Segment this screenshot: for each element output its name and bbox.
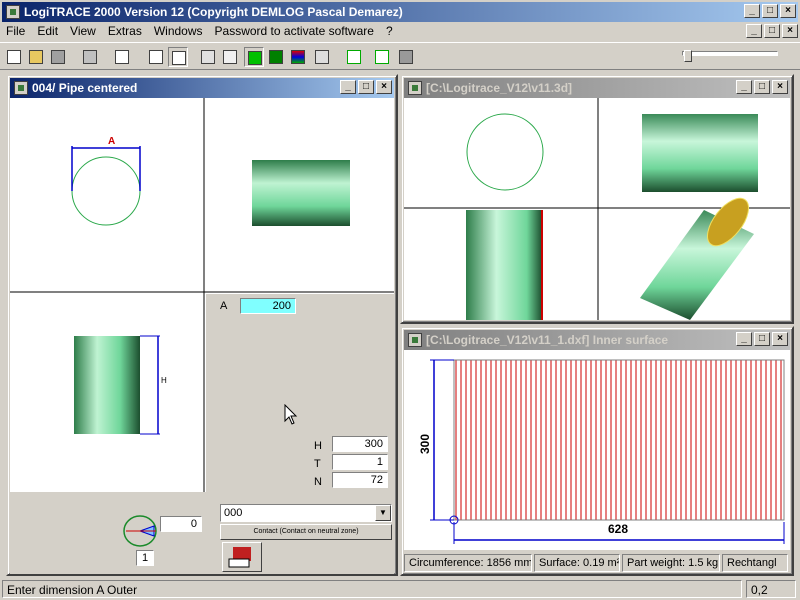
- view3d-canvas: [404, 98, 790, 320]
- input-n[interactable]: 72: [332, 472, 388, 488]
- cube-icon[interactable]: [220, 47, 240, 67]
- view3d-maximize-button[interactable]: □: [754, 80, 770, 94]
- 3d-iso: [640, 197, 754, 320]
- label-n: N: [314, 476, 322, 488]
- menu-extras[interactable]: Extras: [102, 24, 148, 38]
- dxf-drawing: [430, 359, 785, 544]
- menu-edit[interactable]: Edit: [31, 24, 64, 38]
- label-h: H: [314, 440, 322, 452]
- copy-icon[interactable]: [112, 47, 132, 67]
- calculator-icon: [228, 547, 251, 568]
- status-value: 0,2: [746, 580, 796, 598]
- contact-button[interactable]: Contact (Contact on neutral zone): [220, 524, 392, 540]
- print-icon[interactable]: [80, 47, 100, 67]
- view3d-window: [C:\Logitrace_V12\v11.3d] _ □ ×: [400, 74, 794, 324]
- maximize-button[interactable]: □: [762, 4, 778, 18]
- angle-input[interactable]: 0: [160, 516, 202, 532]
- menu-help[interactable]: ?: [380, 24, 399, 38]
- color-layers-icon[interactable]: [288, 47, 308, 67]
- surface-cell: Surface: 0.19 m²: [534, 554, 620, 572]
- view3d-minimize-button[interactable]: _: [736, 80, 752, 94]
- minimize-button[interactable]: _: [744, 4, 760, 18]
- dxf-height-label: 300: [418, 433, 432, 454]
- input-h[interactable]: 300: [332, 436, 388, 452]
- menu-file[interactable]: File: [0, 24, 31, 38]
- chevron-down-icon[interactable]: ▼: [375, 505, 391, 521]
- count-input[interactable]: 1: [136, 550, 154, 566]
- pipe-close-button[interactable]: ×: [376, 80, 392, 94]
- single-view-icon[interactable]: [146, 47, 166, 67]
- app-titlebar: LogiTRACE 2000 Version 12 (Copyright DEM…: [2, 2, 798, 22]
- pipe-window-titlebar: 004/ Pipe centered _ □ ×: [10, 78, 394, 98]
- window-icon[interactable]: [14, 81, 28, 95]
- status-message: Enter dimension A Outer: [2, 580, 742, 598]
- dxf-info-bar: Circumference: 1856 mm Surface: 0.19 m² …: [404, 552, 790, 574]
- tool-icon[interactable]: [312, 47, 332, 67]
- view3d-close-button[interactable]: ×: [772, 80, 788, 94]
- pipe-circle-top: [71, 156, 141, 226]
- dxf-title: [C:\Logitrace_V12\v11_1.dxf] Inner surfa…: [426, 333, 669, 347]
- new-file-icon[interactable]: [4, 47, 24, 67]
- view3d-drawing: [404, 98, 790, 320]
- pipe-side-view: [252, 160, 350, 226]
- dxf-window: [C:\Logitrace_V12\v11_1.dxf] Inner surfa…: [400, 326, 794, 576]
- wireframe-cube-icon[interactable]: [198, 47, 218, 67]
- pipe-minimize-button[interactable]: _: [340, 80, 356, 94]
- menu-windows[interactable]: Windows: [148, 24, 209, 38]
- status-bar: Enter dimension A Outer 0,2: [0, 578, 800, 600]
- circumference-cell: Circumference: 1856 mm: [404, 554, 532, 572]
- drawing-label-h: H: [161, 376, 167, 385]
- pipe-front-view: [74, 336, 140, 434]
- open-folder-icon[interactable]: [26, 47, 46, 67]
- label-a: A: [220, 300, 228, 312]
- calculate-button[interactable]: [222, 542, 262, 572]
- bottom-controls: 0 1 000 ▼ Contact (Contact on neutral zo…: [10, 492, 394, 574]
- mdi-minimize-button[interactable]: _: [746, 24, 762, 38]
- dxf-titlebar: [C:\Logitrace_V12\v11_1.dxf] Inner surfa…: [404, 330, 790, 350]
- menu-password[interactable]: Password to activate software: [209, 24, 380, 38]
- unfolded-sheet: [453, 359, 785, 521]
- window-icon[interactable]: [408, 333, 422, 347]
- dxf-width-label: 628: [608, 522, 629, 536]
- input-t[interactable]: 1: [332, 454, 388, 470]
- close-button[interactable]: ×: [780, 4, 796, 18]
- mdi-close-button[interactable]: ×: [782, 24, 798, 38]
- dxf-close-button[interactable]: ×: [772, 332, 788, 346]
- pipe-window: 004/ Pipe centered _ □ × A H A 200 H 300…: [6, 74, 398, 576]
- view3d-title: [C:\Logitrace_V12\v11.3d]: [426, 81, 573, 95]
- contact-select-value: 000: [224, 507, 243, 519]
- label-t: T: [314, 458, 321, 470]
- pipe-maximize-button[interactable]: □: [358, 80, 374, 94]
- save-icon[interactable]: [48, 47, 68, 67]
- contact-select[interactable]: 000 ▼: [220, 504, 392, 522]
- four-view-icon[interactable]: [168, 47, 188, 67]
- 3d-side: [642, 114, 758, 192]
- mouse-cursor-icon: [284, 404, 298, 425]
- dxf-minimize-button[interactable]: _: [736, 332, 752, 346]
- menu-view[interactable]: View: [64, 24, 102, 38]
- 3d-front: [466, 210, 542, 320]
- pipe-window-title: 004/ Pipe centered: [32, 81, 138, 95]
- menu-bar: File Edit View Extras Windows Password t…: [0, 21, 800, 41]
- curve-icon[interactable]: [372, 47, 392, 67]
- toolbar: [0, 42, 800, 70]
- drawing-label-a: A: [108, 136, 116, 147]
- angle-dial-icon[interactable]: [120, 514, 160, 548]
- zoom-slider[interactable]: [680, 49, 780, 65]
- solid-green-cube-icon[interactable]: [244, 47, 264, 67]
- shaded-cube-icon[interactable]: [266, 47, 286, 67]
- dxf-maximize-button[interactable]: □: [754, 332, 770, 346]
- shape-cell: Rechtangl: [722, 554, 788, 572]
- info-icon[interactable]: [396, 47, 416, 67]
- 3d-circle: [466, 113, 544, 191]
- weight-cell: Part weight: 1.5 kg: [622, 554, 720, 572]
- unfold-icon[interactable]: [344, 47, 364, 67]
- dxf-canvas: 300 628: [404, 350, 790, 550]
- input-a[interactable]: 200: [240, 298, 296, 314]
- app-title: LogiTRACE 2000 Version 12 (Copyright DEM…: [24, 5, 403, 19]
- app-icon[interactable]: [6, 5, 20, 19]
- window-icon[interactable]: [408, 81, 422, 95]
- view3d-titlebar: [C:\Logitrace_V12\v11.3d] _ □ ×: [404, 78, 790, 98]
- mdi-restore-button[interactable]: □: [764, 24, 780, 38]
